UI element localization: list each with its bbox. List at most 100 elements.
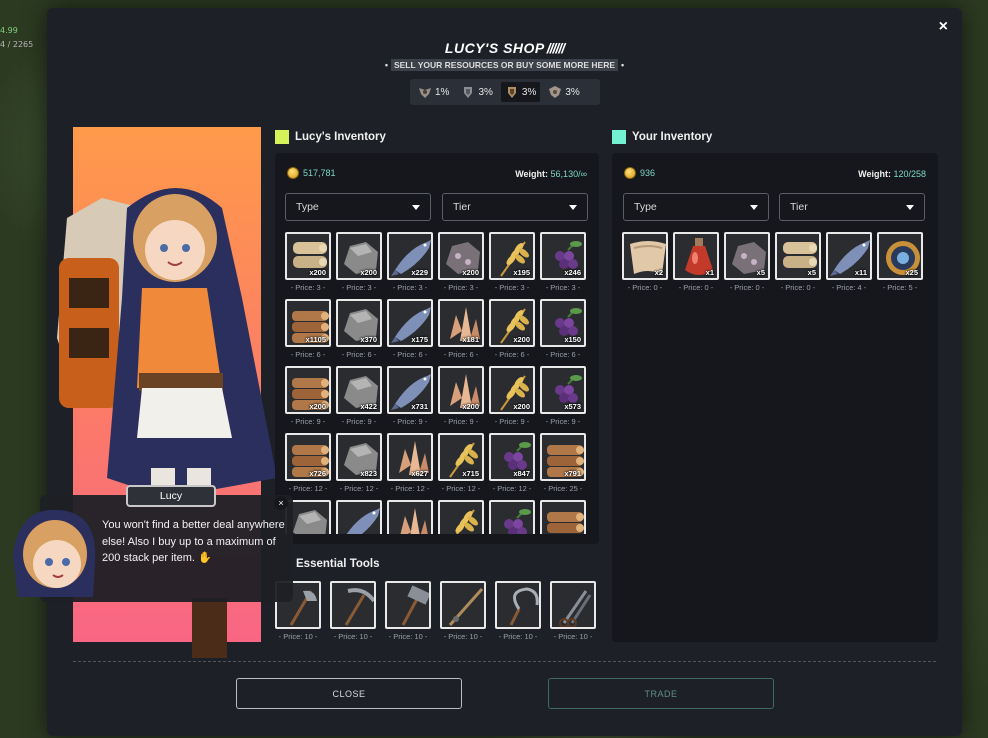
your-tier-select[interactable]: Tier <box>779 193 925 221</box>
lucy_inventory-qty: x200 <box>513 335 530 344</box>
essential_tools-price: - Price: 10 - <box>553 632 593 641</box>
lucy_inventory-slot-frame: x1105 <box>285 299 331 347</box>
essential-tools-title: Essential Tools <box>296 558 380 570</box>
essential_tools-slot[interactable]: - Price: 10 - <box>385 581 431 641</box>
lucy_inventory-slot-frame <box>540 500 586 534</box>
lucy_inventory-slot[interactable]: x1105- Price: 6 - <box>285 299 331 359</box>
pickaxe-icon <box>332 583 374 627</box>
lucy-type-select[interactable]: Type <box>285 193 431 221</box>
your-inventory-swatch <box>612 130 626 144</box>
lucy_inventory-slot[interactable]: x200- Price: 9 - <box>285 366 331 426</box>
your_inventory-slot[interactable]: x11 - Price: 4 - <box>826 232 872 292</box>
chevron-down-icon <box>569 204 577 210</box>
lucy_inventory-slot[interactable]: x731 - Price: 9 - <box>387 366 433 426</box>
gold-coin-icon <box>287 167 299 179</box>
your_inventory-slot[interactable]: x25 - Price: 5 - <box>877 232 923 292</box>
lucy_inventory-qty: x422 <box>360 402 377 411</box>
shop-title: LUCY'S SHOP////// <box>47 40 962 56</box>
lucy_inventory-slot-frame: x229 <box>387 232 433 280</box>
lucy_inventory-slot[interactable]: x847 - Price: 12 - <box>489 433 535 493</box>
your_inventory-slot-frame: x5 <box>724 232 770 280</box>
lucy_inventory-slot[interactable]: x726- Price: 12 - <box>285 433 331 493</box>
lucy_inventory-qty: x370 <box>360 335 377 344</box>
lucy_inventory-slot-frame: x370 <box>336 299 382 347</box>
lucy_inventory-qty: x181 <box>462 335 479 344</box>
essential_tools-slot[interactable]: - Price: 10 - <box>440 581 486 641</box>
your_inventory-slot[interactable]: x2- Price: 0 - <box>622 232 668 292</box>
lucy_inventory-slot[interactable]: x370 - Price: 6 - <box>336 299 382 359</box>
close-button[interactable]: CLOSE <box>236 678 462 709</box>
lucy-type-select-label: Type <box>296 201 319 213</box>
gold-coin-icon <box>624 167 636 179</box>
lucy-gold-amount: 517,781 <box>303 168 336 178</box>
lucy_inventory-slot[interactable] <box>540 500 586 534</box>
your_inventory-price: - Price: 4 - <box>831 283 867 292</box>
lucy_inventory-qty: x200 <box>462 268 479 277</box>
lucy_inventory-slot-frame <box>438 500 484 534</box>
your_inventory-slot[interactable]: x5 - Price: 0 - <box>724 232 770 292</box>
lucy_inventory-slot[interactable]: x200 - Price: 6 - <box>489 299 535 359</box>
dialogue-close-icon[interactable]: × <box>274 496 288 510</box>
tier-bonus-2[interactable]: 3% <box>457 82 496 102</box>
your-inventory-title: Your Inventory <box>632 131 713 143</box>
tier-bonus-1[interactable]: 1% <box>414 82 453 102</box>
trade-button[interactable]: TRADE <box>548 678 774 709</box>
close-icon[interactable]: × <box>939 18 948 36</box>
your_inventory-price: - Price: 0 - <box>780 283 816 292</box>
lucy_inventory-slot-frame: x246 <box>540 232 586 280</box>
essential_tools-slot[interactable]: - Price: 10 - <box>550 581 596 641</box>
your_inventory-qty: x11 <box>854 268 867 277</box>
lucy_inventory-slot[interactable]: x200- Price: 9 - <box>489 366 535 426</box>
lucy_inventory-qty: x627 <box>411 469 428 478</box>
lucy_inventory-slot[interactable] <box>387 500 433 534</box>
crystal-icon <box>389 502 431 534</box>
lucy-tier-select[interactable]: Tier <box>442 193 588 221</box>
lucy_inventory-slot[interactable]: x200- Price: 3 - <box>285 232 331 292</box>
lucy_inventory-qty: x715 <box>462 469 479 478</box>
lucy_inventory-slot[interactable]: x791 - Price: 25 - <box>540 433 586 493</box>
your_inventory-slot[interactable]: x1 - Price: 0 - <box>673 232 719 292</box>
lucy_inventory-slot[interactable]: x175 - Price: 6 - <box>387 299 433 359</box>
lucy_inventory-slot[interactable]: x200- Price: 9 - <box>438 366 484 426</box>
lucy_inventory-slot-frame <box>387 500 433 534</box>
lucy_inventory-slot[interactable]: x715 - Price: 12 - <box>438 433 484 493</box>
lucy_inventory-slot[interactable]: x200- Price: 3 - <box>438 232 484 292</box>
lucy_inventory-slot[interactable]: x823 - Price: 12 - <box>336 433 382 493</box>
lucy_inventory-slot[interactable]: x200- Price: 3 - <box>336 232 382 292</box>
essential_tools-price: - Price: 10 - <box>278 632 318 641</box>
lucy-item-grid: x200- Price: 3 - x200- Price: 3 - x229- Pr… <box>285 232 589 534</box>
lucy_inventory-slot[interactable]: x627 - Price: 12 - <box>387 433 433 493</box>
tier-bonus-4[interactable]: 3% <box>544 82 583 102</box>
tier-bonus-3[interactable]: 3% <box>500 82 541 102</box>
lucy_inventory-slot-frame: x847 <box>489 433 535 481</box>
essential_tools-price: - Price: 10 - <box>498 632 538 641</box>
lucy_inventory-slot-frame <box>489 500 535 534</box>
your-gold: 936 <box>624 167 655 179</box>
lucy_inventory-slot[interactable]: x195 - Price: 3 - <box>489 232 535 292</box>
lucy_inventory-slot[interactable]: x229 - Price: 3 - <box>387 232 433 292</box>
lucy-weight-label: Weight: <box>515 169 549 179</box>
sickle-icon <box>497 583 539 627</box>
essential_tools-slot[interactable]: - Price: 10 - <box>495 581 541 641</box>
lucy_inventory-slot-frame: x200 <box>285 366 331 414</box>
wheat-icon <box>440 502 482 534</box>
essential-tools-row: - Price: 10 - - Price: 10 - - Price: 10 - -… <box>275 581 596 641</box>
your_inventory-slot[interactable]: x5 - Price: 0 - <box>775 232 821 292</box>
lucy_inventory-slot[interactable] <box>438 500 484 534</box>
your-type-select[interactable]: Type <box>623 193 769 221</box>
lucy_inventory-slot[interactable] <box>336 500 382 534</box>
lucy_inventory-slot[interactable] <box>489 500 535 534</box>
lucy_inventory-slot[interactable]: x181 - Price: 6 - <box>438 299 484 359</box>
lucy_inventory-slot-frame: x715 <box>438 433 484 481</box>
essential_tools-slot[interactable]: - Price: 10 - <box>330 581 376 641</box>
your-item-grid: x2- Price: 0 - x1- Price: 0 - x5- Price: 0… <box>622 232 926 534</box>
lucy-gold: 517,781 <box>287 167 336 179</box>
lucy_inventory-slot[interactable]: x573 - Price: 9 - <box>540 366 586 426</box>
your_inventory-price: - Price: 5 - <box>882 283 918 292</box>
your_inventory-slot-frame: x11 <box>826 232 872 280</box>
chevron-down-icon <box>412 204 420 210</box>
lucy_inventory-slot[interactable]: x422 - Price: 9 - <box>336 366 382 426</box>
lucy_inventory-slot[interactable]: x246 - Price: 3 - <box>540 232 586 292</box>
lucy_inventory-price: - Price: 3 - <box>545 283 581 292</box>
lucy_inventory-slot[interactable]: x150 - Price: 6 - <box>540 299 586 359</box>
